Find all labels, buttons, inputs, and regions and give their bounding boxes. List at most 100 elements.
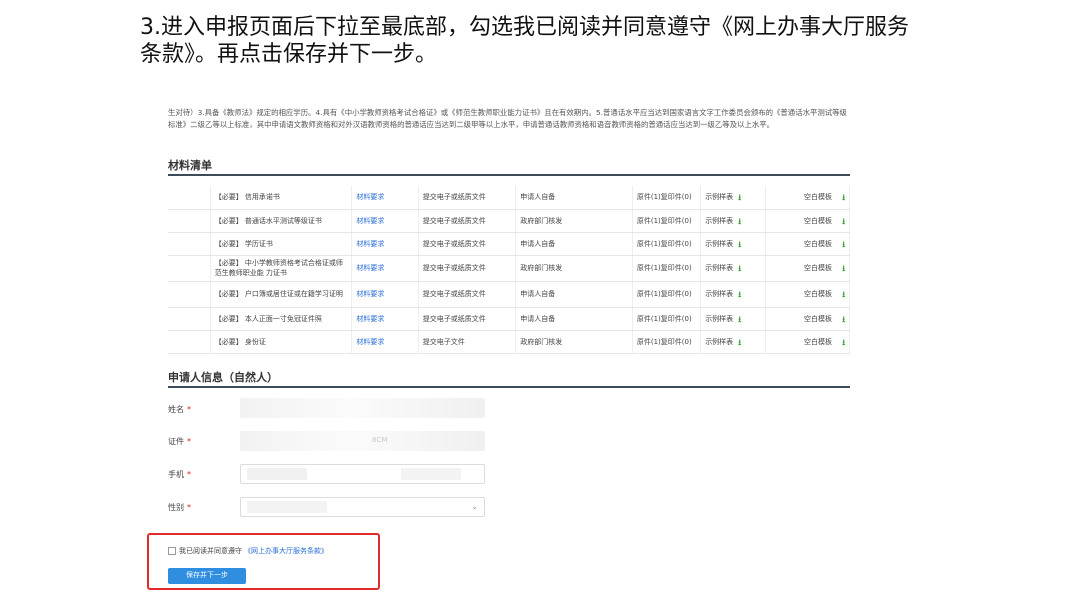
download-icon[interactable]: ⭳ <box>738 194 746 202</box>
material-copies: 原件(1)复印件(0) <box>632 307 702 331</box>
material-source-text: 政府部门核发 <box>520 264 563 272</box>
material-name: 【必要】 户口簿或居住证或在籍学习证明 <box>210 281 353 308</box>
applicant-divider <box>168 386 850 388</box>
material-row: 【必要】 身份证 材料要求 提交电子文件 政府部门核发 原件(1)复印件(0) 示例样表 ⭳… <box>168 330 851 354</box>
material-requirement-link[interactable]: 材料要求 <box>351 232 419 256</box>
download-icon[interactable]: ⭳ <box>837 291 845 299</box>
blank-template-link-text: 空白模板 <box>804 264 832 272</box>
material-submit-type-text: 提交电子或纸质文件 <box>422 264 486 272</box>
material-submit-type-text: 提交电子或纸质文件 <box>422 239 486 248</box>
blank-template-link-text: 空白模板 <box>804 314 832 323</box>
sample-form-link[interactable]: 示例样表 ⭳ <box>700 281 766 308</box>
download-icon[interactable]: ⭳ <box>837 240 845 249</box>
material-copies-text: 原件(1)复印件(0) <box>636 314 692 323</box>
material-name: 【必要】 中小学教师资格考试合格证或师范生教师职业能 力证书 <box>210 255 353 282</box>
material-name: 【必要】 本人正面一寸免冠证件照 <box>210 307 353 331</box>
material-submit-type-text: 提交电子文件 <box>422 337 465 346</box>
download-icon[interactable]: ⭳ <box>837 315 845 324</box>
material-requirement-link-text: 材料要求 <box>356 239 385 248</box>
download-icon[interactable]: ⭳ <box>738 291 746 299</box>
material-name-text: 【必要】 身份证 <box>214 337 266 346</box>
download-icon[interactable]: ⭳ <box>837 338 845 347</box>
download-icon[interactable]: ⭳ <box>738 265 746 273</box>
instruction-line-1: 3.进入申报页面后下拉至最底部，勾选我已阅读并同意遵守《网上办事大厅服务 <box>140 15 909 40</box>
sample-form-link[interactable]: 示例样表 ⭳ <box>700 255 766 282</box>
material-requirement-link[interactable]: 材料要求 <box>351 186 419 210</box>
material-source: 申请人自备 <box>515 186 633 210</box>
material-requirement-link[interactable]: 材料要求 <box>351 307 419 331</box>
download-icon[interactable]: ⭳ <box>837 217 845 226</box>
material-submit-type: 提交电子文件 <box>418 330 517 354</box>
material-copies-text: 原件(1)复印件(0) <box>636 216 692 225</box>
phone-blur-right <box>401 468 461 480</box>
material-index-cell <box>168 186 211 210</box>
material-submit-type: 提交电子或纸质文件 <box>418 186 517 210</box>
sample-form-link-text: 示例样表 <box>705 264 734 272</box>
material-index-cell <box>168 209 211 233</box>
material-requirement-link[interactable]: 材料要求 <box>351 281 419 308</box>
material-index-cell <box>168 330 211 354</box>
material-requirement-link-text: 材料要求 <box>356 264 385 272</box>
material-row: 【必要】 户口簿或居住证或在籍学习证明 材料要求 提交电子或纸质文件 申请人自备 原件(… <box>168 281 851 308</box>
sample-form-link[interactable]: 示例样表 ⭳ <box>700 186 766 210</box>
material-source: 政府部门核发 <box>515 330 633 354</box>
download-icon[interactable]: ⭳ <box>738 217 746 226</box>
blank-template-link[interactable]: 空白模板 ⭳ <box>765 255 851 282</box>
download-icon[interactable]: ⭳ <box>738 240 746 249</box>
gender-select[interactable]: ⌄ <box>240 497 485 517</box>
instruction-line-2: 条款》。再点击保存并下一步。 <box>140 42 438 67</box>
material-requirement-link-text: 材料要求 <box>356 193 385 202</box>
material-submit-type: 提交电子或纸质文件 <box>418 232 517 256</box>
id-input[interactable]: 8CM <box>240 431 485 451</box>
id-partial-value: 8CM <box>372 436 388 444</box>
material-source: 申请人自备 <box>515 232 633 256</box>
download-icon[interactable]: ⭳ <box>837 194 845 202</box>
material-copies-text: 原件(1)复印件(0) <box>636 193 692 202</box>
blank-template-link[interactable]: 空白模板 ⭳ <box>765 186 851 210</box>
phone-blur-left <box>247 468 307 480</box>
blank-template-link[interactable]: 空白模板 ⭳ <box>765 209 851 233</box>
materials-divider <box>168 174 850 176</box>
blank-template-link-text: 空白模板 <box>804 216 832 225</box>
material-submit-type-text: 提交电子或纸质文件 <box>422 216 486 225</box>
material-requirement-link[interactable]: 材料要求 <box>351 330 419 354</box>
material-name-text: 【必要】 学历证书 <box>214 239 273 248</box>
material-copies: 原件(1)复印件(0) <box>632 255 702 282</box>
blank-template-link-text: 空白模板 <box>804 337 832 346</box>
material-row: 【必要】 中小学教师资格考试合格证或师范生教师职业能 力证书 材料要求 提交电子或纸… <box>168 255 851 282</box>
sample-form-link[interactable]: 示例样表 ⭳ <box>700 307 766 331</box>
form-screenshot: 生对待）3.具备《教师法》规定的相应学历。4.具有《中小学教师资格考试合格证》或… <box>147 95 858 595</box>
blank-template-link[interactable]: 空白模板 ⭳ <box>765 281 851 308</box>
blank-template-link[interactable]: 空白模板 ⭳ <box>765 307 851 331</box>
material-requirement-link[interactable]: 材料要求 <box>351 209 419 233</box>
terms-link[interactable]: 《网上办事大厅服务条款》 <box>244 546 328 556</box>
download-icon[interactable]: ⭳ <box>738 315 746 324</box>
materials-section-title: 材料清单 <box>168 159 212 172</box>
material-row: 【必要】 信用承诺书 材料要求 提交电子或纸质文件 申请人自备 原件(1)复印件(0) 示… <box>168 186 851 210</box>
agree-checkbox[interactable] <box>168 547 176 555</box>
material-copies: 原件(1)复印件(0) <box>632 186 702 210</box>
name-label: 姓名 * <box>168 405 191 414</box>
blank-template-link[interactable]: 空白模板 ⭳ <box>765 330 851 354</box>
material-row: 【必要】 普通话水平测试等级证书 材料要求 提交电子或纸质文件 政府部门核发 原件(1)… <box>168 209 851 233</box>
material-requirement-link[interactable]: 材料要求 <box>351 255 419 282</box>
gender-label: 性别 * <box>168 503 191 512</box>
materials-table: 【必要】 信用承诺书 材料要求 提交电子或纸质文件 申请人自备 原件(1)复印件(0) 示… <box>168 186 851 354</box>
name-input[interactable] <box>240 398 485 418</box>
sample-form-link-text: 示例样表 <box>705 239 734 248</box>
sample-form-link[interactable]: 示例样表 ⭳ <box>700 330 766 354</box>
material-source: 政府部门核发 <box>515 209 633 233</box>
download-icon[interactable]: ⭳ <box>837 265 845 273</box>
material-requirement-link-text: 材料要求 <box>356 290 385 298</box>
sample-form-link[interactable]: 示例样表 ⭳ <box>700 232 766 256</box>
material-submit-type-text: 提交电子或纸质文件 <box>422 314 486 323</box>
phone-input[interactable] <box>240 464 485 484</box>
material-submit-type: 提交电子或纸质文件 <box>418 209 517 233</box>
blank-template-link[interactable]: 空白模板 ⭳ <box>765 232 851 256</box>
id-label: 证件 * <box>168 437 191 446</box>
save-next-button[interactable]: 保存并下一步 <box>168 568 246 584</box>
material-source-text: 申请人自备 <box>520 193 556 202</box>
material-copies-text: 原件(1)复印件(0) <box>636 239 692 248</box>
sample-form-link[interactable]: 示例样表 ⭳ <box>700 209 766 233</box>
download-icon[interactable]: ⭳ <box>738 338 746 347</box>
